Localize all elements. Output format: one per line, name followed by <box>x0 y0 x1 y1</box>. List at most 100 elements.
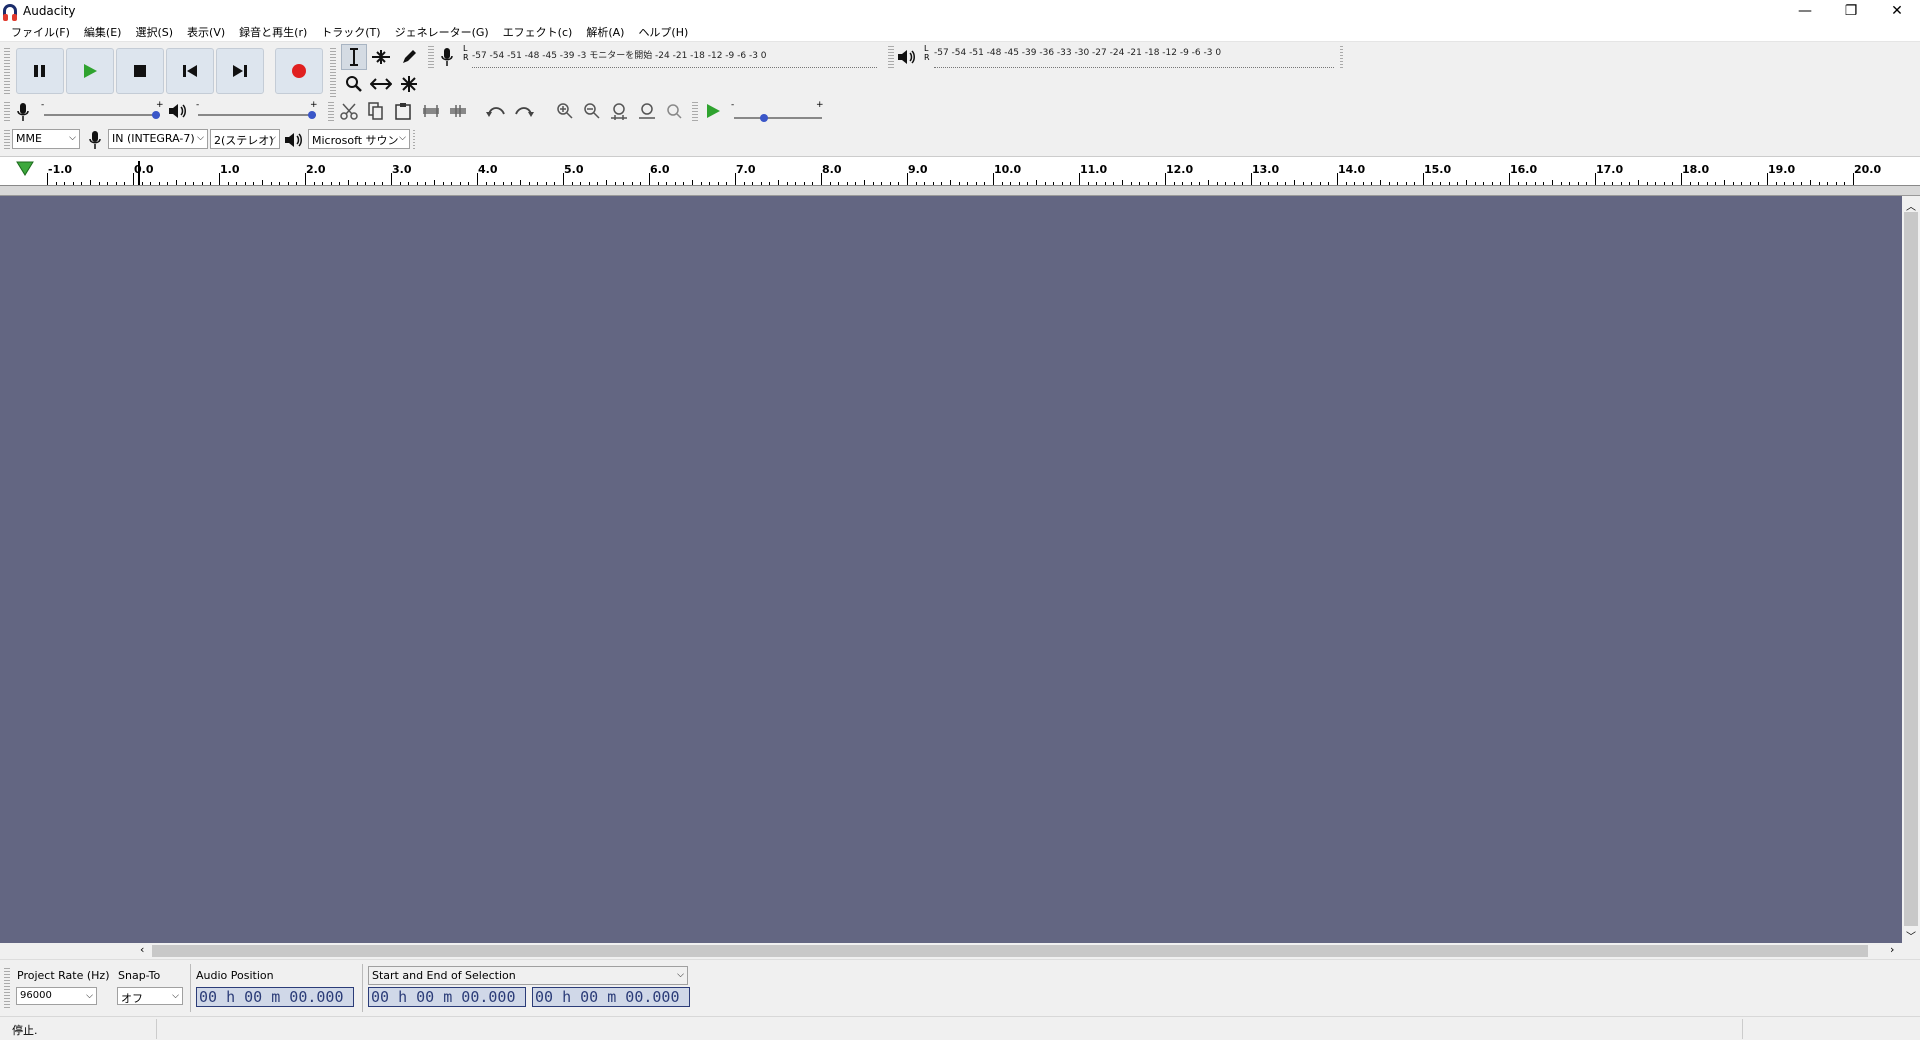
menu-view[interactable]: 表示(V) <box>180 24 232 40</box>
ruler-minor-tick <box>1629 182 1631 185</box>
play-volume-slider[interactable] <box>198 111 316 119</box>
audio-host-select[interactable]: MME ⌵ <box>12 129 80 149</box>
selection-grip[interactable] <box>4 966 10 1010</box>
zoom-tool-button[interactable] <box>341 71 367 97</box>
zoom-out-button[interactable] <box>579 98 605 124</box>
cut-button[interactable] <box>336 98 362 124</box>
skip-to-start-button[interactable] <box>166 48 214 94</box>
play-meter-scale[interactable]: -57 -54 -51 -48 -45 -39 -36 -33 -30 -27 … <box>934 48 1334 68</box>
ruler-minor-tick <box>950 180 951 185</box>
zoom-in-button[interactable] <box>552 98 578 124</box>
play-speed-thumb[interactable] <box>760 114 769 122</box>
horizontal-scrollbar[interactable]: ‹ › <box>134 943 1902 959</box>
vertical-scrollbar[interactable]: ︿ ﹀ <box>1902 196 1920 943</box>
timeline-ruler[interactable]: -1.0 0.0 1.0 2.0 3.0 4.0 5.0 6.0 7.0 8.0 9.0 10.0 11… <box>0 156 1920 186</box>
menu-analyze[interactable]: 解析(A) <box>579 24 631 40</box>
paste-button[interactable] <box>390 98 416 124</box>
ruler-minor-tick <box>623 182 625 185</box>
ruler-major-tick <box>821 173 822 185</box>
ruler-minor-tick <box>1122 180 1123 185</box>
fit-selection-icon <box>611 103 627 120</box>
menu-effect[interactable]: エフェクト(c) <box>496 24 580 40</box>
play-speed-max: + <box>816 100 824 110</box>
ruler-minor-tick <box>1646 182 1648 185</box>
ruler-minor-tick <box>1775 182 1777 185</box>
selection-end-display[interactable]: 00 h 00 m 00.000 s▾ <box>532 987 690 1007</box>
record-meter-scale[interactable]: -57 -54 -51 -48 -45 -39 -3 モニターを開始 -24 -… <box>472 48 877 68</box>
fit-selection-button[interactable] <box>606 98 632 124</box>
audio-position-display[interactable]: 00 h 00 m 00.000 s▾ <box>196 987 354 1007</box>
selection-tool-button[interactable] <box>341 44 367 70</box>
play-at-speed-button[interactable] <box>700 98 726 124</box>
fit-project-button[interactable] <box>634 98 660 124</box>
play-speed-slider[interactable] <box>734 114 822 122</box>
scroll-right-icon[interactable]: › <box>1890 943 1894 956</box>
scroll-down-icon[interactable]: ﹀ <box>1906 928 1916 943</box>
output-device-select[interactable]: Microsoft サウン ⌵ <box>308 129 410 149</box>
menu-help[interactable]: ヘルプ(H) <box>631 24 695 40</box>
ruler-minor-tick <box>1414 182 1416 185</box>
mixer-grip[interactable] <box>4 100 10 122</box>
redo-button[interactable] <box>511 98 537 124</box>
ruler-minor-tick <box>1431 182 1433 185</box>
zoom-toggle-button[interactable] <box>661 98 687 124</box>
selection-start-display[interactable]: 00 h 00 m 00.000 s▾ <box>368 987 526 1007</box>
skip-to-end-button[interactable] <box>216 48 264 94</box>
multi-tool-button[interactable] <box>396 71 422 97</box>
ruler-minor-tick <box>760 182 762 185</box>
input-channels-select[interactable]: 2(ステレオ) ⌵ <box>210 129 280 149</box>
scroll-up-icon[interactable]: ︿ <box>1906 198 1916 213</box>
ruler-minor-tick <box>244 182 246 185</box>
pause-button[interactable] <box>16 48 64 94</box>
pinned-play-head-icon[interactable] <box>16 161 34 177</box>
menu-file[interactable]: ファイル(F) <box>4 24 77 40</box>
silence-button[interactable] <box>445 98 471 124</box>
horizontal-scroll-thumb[interactable] <box>152 945 1868 957</box>
play-button[interactable] <box>66 48 114 94</box>
menu-tracks[interactable]: トラック(T) <box>314 24 387 40</box>
vertical-scroll-thumb[interactable] <box>1904 212 1918 926</box>
record-volume-thumb[interactable] <box>152 111 160 119</box>
snap-to-select[interactable]: オフ ⌵ <box>117 987 183 1005</box>
play-at-speed-grip[interactable] <box>692 100 698 122</box>
draw-tool-button[interactable] <box>396 44 422 70</box>
restore-button[interactable]: ❐ <box>1828 0 1874 22</box>
track-panel[interactable] <box>0 196 1902 943</box>
menu-generate[interactable]: ジェネレーター(G) <box>388 24 496 40</box>
scroll-left-icon[interactable]: ‹ <box>140 943 144 956</box>
play-volume-thumb[interactable] <box>308 111 316 119</box>
copy-button[interactable] <box>363 98 389 124</box>
play-meter-button[interactable] <box>894 44 920 70</box>
record-meter-button[interactable] <box>434 44 460 70</box>
ruler-minor-tick <box>451 182 453 185</box>
ruler-minor-tick <box>1706 182 1708 185</box>
device-grip[interactable] <box>4 128 10 150</box>
selection-mode-select[interactable]: Start and End of Selection ⌵ <box>368 966 688 985</box>
close-button[interactable]: ✕ <box>1874 0 1920 22</box>
ruler-tick-label: 15.0 <box>1424 163 1452 176</box>
time-shift-tool-button[interactable] <box>368 71 394 97</box>
trim-button[interactable] <box>418 98 444 124</box>
undo-button[interactable] <box>483 98 509 124</box>
input-device-select[interactable]: IN (INTEGRA-7) ⌵ <box>108 129 208 149</box>
project-rate-select[interactable]: 96000 ⌵ <box>16 987 97 1005</box>
ruler-minor-tick <box>459 182 461 185</box>
ruler-minor-tick <box>1586 182 1588 185</box>
ruler-minor-tick <box>399 182 401 185</box>
record-button[interactable] <box>275 48 323 94</box>
ruler-minor-tick <box>107 182 109 185</box>
transport-grip[interactable] <box>4 46 10 96</box>
menu-transport[interactable]: 録音と再生(r) <box>232 24 314 40</box>
menu-select[interactable]: 選択(S) <box>128 24 180 40</box>
record-volume-slider[interactable] <box>44 111 160 119</box>
minimize-button[interactable]: — <box>1782 0 1828 22</box>
ruler-minor-tick <box>752 182 754 185</box>
play-speed-min: - <box>731 100 735 110</box>
edit-grip[interactable] <box>328 100 334 122</box>
menu-edit[interactable]: 編集(E) <box>77 24 129 40</box>
stop-button[interactable] <box>116 48 164 94</box>
envelope-tool-button[interactable] <box>368 44 394 70</box>
ruler-minor-tick <box>1276 182 1278 185</box>
trim-audio-icon <box>423 105 439 117</box>
tools-grip[interactable] <box>330 46 336 98</box>
